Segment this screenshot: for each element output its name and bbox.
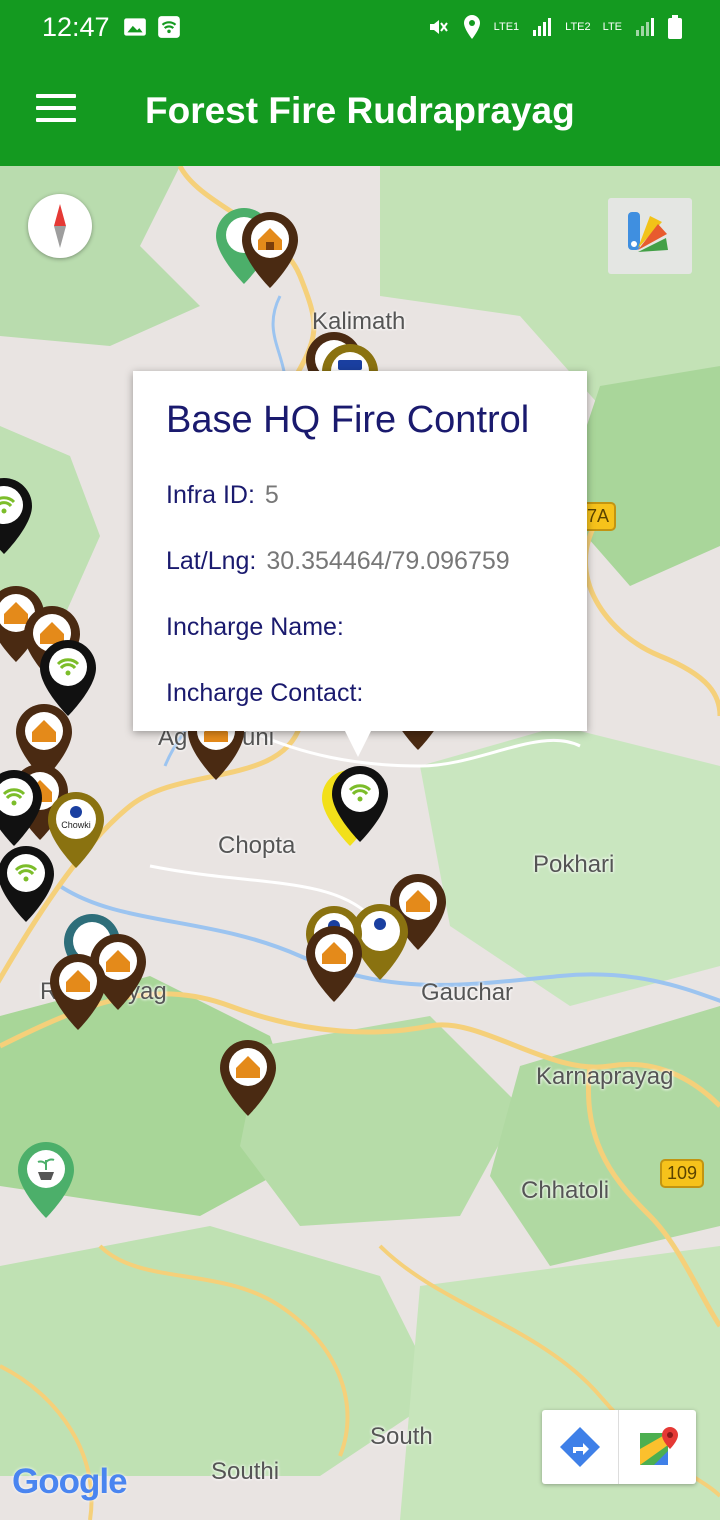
place-chhatoli: Chhatoli xyxy=(521,1177,610,1204)
color-palette-icon xyxy=(628,212,668,252)
map-layers-button[interactable] xyxy=(608,198,692,274)
status-time: 12:47 xyxy=(42,12,110,42)
incharge-name-row: Incharge Name: xyxy=(166,613,354,642)
infra-id-value: 5 xyxy=(264,481,279,509)
wifi-hotspot-icon xyxy=(158,16,180,38)
signal-sim1-icon xyxy=(533,18,552,36)
open-in-maps-button[interactable] xyxy=(619,1410,696,1484)
infra-id-label: Infra ID: xyxy=(166,481,255,509)
infra-id-row: Infra ID: 5 xyxy=(166,481,279,510)
wifi-marker[interactable] xyxy=(0,476,34,556)
map-toolbar xyxy=(542,1410,696,1484)
app-title: Forest Fire Rudraprayag xyxy=(145,90,575,131)
hut-marker[interactable] xyxy=(218,1038,278,1118)
info-window-title: Base HQ Fire Control xyxy=(166,399,530,441)
google-maps-icon xyxy=(639,1427,678,1465)
directions-icon xyxy=(560,1427,600,1467)
hut-marker[interactable] xyxy=(240,210,300,290)
place-karnaprayag: Karnaprayag xyxy=(536,1063,674,1090)
latlng-value: 30.354464/79.096759 xyxy=(266,547,510,575)
network-type-label: LTE xyxy=(602,20,622,33)
wifi-marker[interactable] xyxy=(0,768,44,848)
place-gauchar: Gauchar xyxy=(421,979,514,1006)
mute-vibrate-icon xyxy=(429,20,448,34)
place-pokhari: Pokhari xyxy=(533,851,615,878)
incharge-name-label: Incharge Name: xyxy=(166,613,344,641)
gallery-icon xyxy=(124,18,146,36)
place-chopta: Chopta xyxy=(218,832,296,859)
hut-marker[interactable] xyxy=(304,924,364,1004)
latlng-row: Lat/Lng: 30.354464/79.096759 xyxy=(166,547,510,576)
place-south: South xyxy=(370,1423,433,1450)
app-bar: Forest Fire Rudraprayag xyxy=(0,56,720,166)
status-bar: 12:47 LTE1 LTE2 LTE xyxy=(0,0,720,56)
incharge-contact-label: Incharge Contact: xyxy=(166,679,364,707)
location-icon xyxy=(463,15,480,39)
status-right-icons: LTE1 LTE2 LTE xyxy=(426,14,682,40)
chowki-label: Chowki xyxy=(61,820,91,830)
wifi-marker[interactable] xyxy=(0,844,56,924)
compass-icon xyxy=(54,204,66,248)
wifi-marker[interactable] xyxy=(330,764,390,844)
signal-sim2-icon xyxy=(636,18,654,36)
google-attribution: Google xyxy=(12,1462,128,1501)
menu-icon[interactable] xyxy=(36,94,76,124)
plant-marker[interactable] xyxy=(16,1140,76,1220)
place-southi: Southi xyxy=(211,1458,280,1485)
sim2-label: LTE2 xyxy=(565,20,591,33)
map-view[interactable]: Kalimath Chopta Pokhari Gauchar Karnapra… xyxy=(0,166,720,1520)
road-shield-109: 109 xyxy=(660,1159,705,1188)
info-window[interactable]: Base HQ Fire Control Infra ID: 5 Lat/Lng:… xyxy=(133,371,587,757)
incharge-contact-row: Incharge Contact: xyxy=(166,679,373,708)
directions-button[interactable] xyxy=(542,1410,619,1484)
sim1-label: LTE1 xyxy=(493,20,520,33)
latlng-label: Lat/Lng: xyxy=(166,547,257,575)
battery-icon xyxy=(668,15,682,39)
hut-marker[interactable] xyxy=(48,952,108,1032)
compass-button[interactable] xyxy=(28,194,92,258)
